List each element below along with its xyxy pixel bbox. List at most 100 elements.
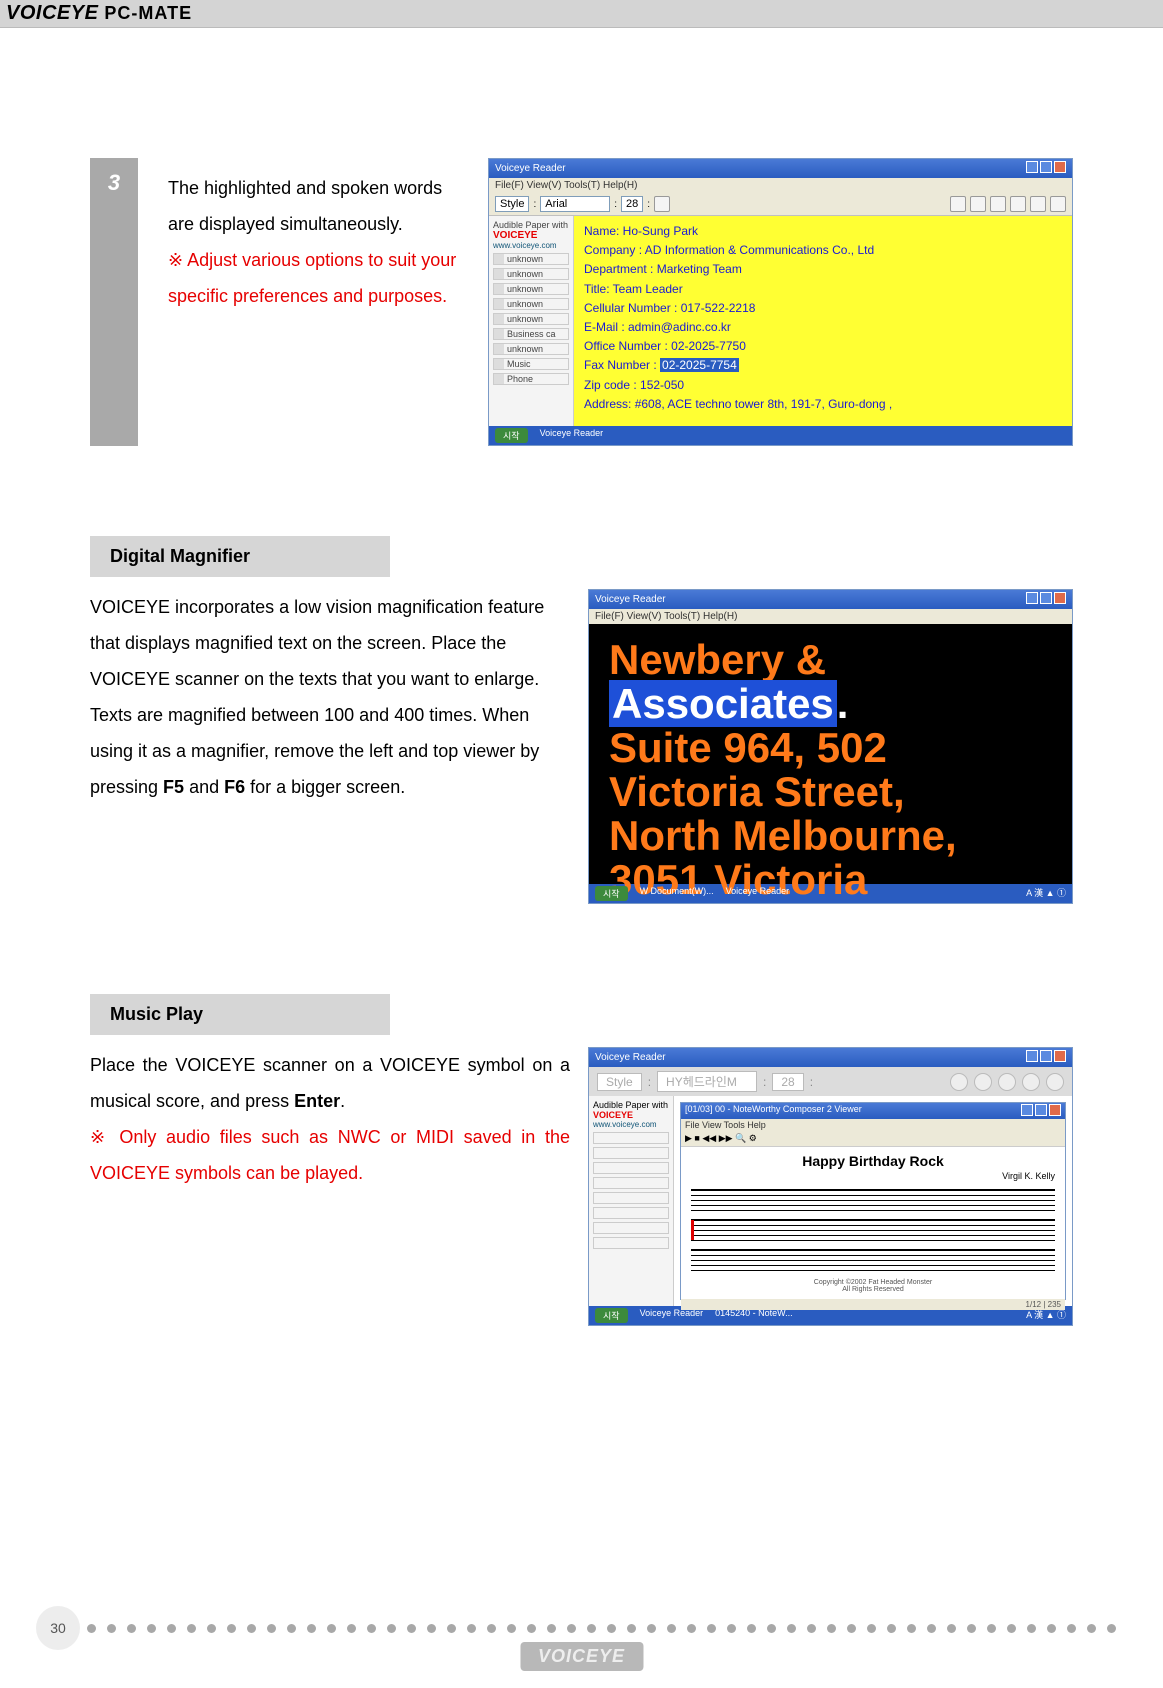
toolbar-btn [990, 196, 1006, 212]
mag-p2: Texts are magnified between 100 and 400 … [90, 697, 570, 805]
reader-window: Voiceye Reader File(F) View(V) Tools(T) … [488, 158, 1073, 446]
mag-line: Newbery & [609, 638, 1052, 682]
tray: A 漢 ▲ ① [1026, 1308, 1066, 1323]
music-p1: Place the VOICEYE scanner on a VOICEYE s… [90, 1047, 570, 1119]
score-title: Happy Birthday Rock [691, 1153, 1055, 1169]
window-title: Voiceye Reader [495, 163, 566, 174]
brand-logo: VOICEYE [6, 2, 98, 25]
page-number: 30 [36, 1606, 80, 1650]
staff-line [691, 1219, 1055, 1241]
score-window: [01/03] 00 - NoteWorthy Composer 2 Viewe… [680, 1102, 1066, 1300]
side-item [593, 1177, 669, 1189]
side-url: www.voiceye.com [593, 1120, 669, 1129]
line-fax: Fax Number : 02-2025-7754 [584, 356, 1062, 375]
stop-icon [998, 1073, 1016, 1091]
side-item [593, 1132, 669, 1144]
next-icon [1022, 1073, 1040, 1091]
side-item [593, 1192, 669, 1204]
step-text: The highlighted and spoken words are dis… [168, 170, 458, 242]
toolbar-btn [654, 196, 670, 212]
toolbar-btn [970, 196, 986, 212]
music-window: Voiceye Reader Style : HY헤드라인M : 28 : [588, 1047, 1073, 1326]
side-caption: Audible Paper with [593, 1100, 669, 1110]
toolbar-btn [1010, 196, 1026, 212]
content-pane: Name: Ho-Sung Park Company : AD Informat… [574, 216, 1072, 426]
toolbar-btn [1050, 196, 1066, 212]
score-byline: Virgil K. Kelly [691, 1171, 1055, 1181]
line-name: Name: Ho-Sung Park [584, 222, 1062, 241]
line-dept: Department : Marketing Team [584, 260, 1062, 279]
staff-line [691, 1249, 1055, 1271]
start-button: 시작 [495, 428, 528, 443]
footer-dots [0, 1616, 1163, 1640]
step-note: ※ Adjust various options to suit your sp… [168, 242, 458, 314]
side-item [593, 1162, 669, 1174]
mag-line: Victoria Street, [609, 770, 1052, 814]
pause-icon [974, 1073, 992, 1091]
task-item: 0145240 - NoteW... [715, 1308, 793, 1323]
page-footer: 30 VOICEYE [0, 1616, 1163, 1640]
side-item: unknown [493, 253, 569, 265]
window-menu: File(F) View(V) Tools(T) Help(H) [489, 178, 1072, 193]
magnifier-section: Digital Magnifier VOICEYE incorporates a… [90, 536, 1073, 904]
window-title: Voiceye Reader [595, 1052, 666, 1063]
window-menu: File(F) View(V) Tools(T) Help(H) [589, 609, 1072, 624]
side-item [593, 1222, 669, 1234]
side-item: unknown [493, 268, 569, 280]
key-f6: F6 [224, 777, 245, 797]
side-item [593, 1237, 669, 1249]
status-bar: 1/12 | 235 [681, 1299, 1065, 1310]
side-brand: VOICEYE [493, 230, 569, 241]
score-area: Happy Birthday Rock Virgil K. Kelly Copy… [681, 1147, 1065, 1299]
mag-line: North Melbourne, [609, 814, 1052, 858]
window-titlebar: Voiceye Reader [589, 590, 1072, 609]
window-controls [1024, 161, 1066, 176]
line-email: E-Mail : admin@adinc.co.kr [584, 318, 1062, 337]
section-text: VOICEYE incorporates a low vision magnif… [90, 589, 570, 904]
task-item: Voiceye Reader [726, 886, 790, 901]
side-item: unknown [493, 283, 569, 295]
help-icon [1046, 1073, 1064, 1091]
line-addr: Address: #608, ACE techno tower 8th, 191… [584, 395, 1062, 414]
window-title: [01/03] 00 - NoteWorthy Composer 2 Viewe… [685, 1104, 862, 1118]
window-toolbar: Style : Arial : 28 : [489, 193, 1072, 216]
side-item: unknown [493, 313, 569, 325]
magnifier-window: Voiceye Reader File(F) View(V) Tools(T) … [588, 589, 1073, 904]
line-cell: Cellular Number : 017-522-2218 [584, 299, 1062, 318]
task-item: W Document(W)... [640, 886, 714, 901]
magnifier-figure: Voiceye Reader File(F) View(V) Tools(T) … [588, 589, 1073, 904]
staff-line [691, 1189, 1055, 1211]
section-text: Place the VOICEYE scanner on a VOICEYE s… [90, 1047, 570, 1326]
page-body: 3 The highlighted and spoken words are d… [0, 28, 1163, 1456]
task-item: Voiceye Reader [640, 1308, 704, 1323]
window-menu: File View Tools Help [681, 1119, 1065, 1131]
key-f5: F5 [163, 777, 184, 797]
music-note: ※ Only audio files such as NWC or MIDI s… [90, 1119, 570, 1191]
step-figure: Voiceye Reader File(F) View(V) Tools(T) … [488, 158, 1073, 446]
font-field: Arial [540, 196, 610, 212]
score-toolbar: ▶ ■ ◀◀ ▶▶ 🔍 ⚙ [681, 1131, 1065, 1147]
window-toolbar: Style : HY헤드라인M : 28 : [589, 1067, 1072, 1096]
highlighted-word: 02-2025-7754 [660, 358, 739, 372]
magnified-text: Newbery & Associates. Suite 964, 502 Vic… [589, 624, 1072, 884]
window-titlebar: [01/03] 00 - NoteWorthy Composer 2 Viewe… [681, 1103, 1065, 1119]
side-item: unknown [493, 343, 569, 355]
taskbar: 시작 W Document(W)... Voiceye Reader A 漢 ▲… [589, 884, 1072, 903]
side-item: Music [493, 358, 569, 370]
mag-line: Associates. [609, 682, 1052, 726]
line-zip: Zip code : 152-050 [584, 376, 1062, 395]
window-titlebar: Voiceye Reader [489, 159, 1072, 178]
window-title: Voiceye Reader [595, 594, 666, 605]
style-label: Style [495, 196, 529, 212]
highlighted-word: Associates [609, 680, 837, 727]
app-header: VOICEYE PC-MATE [0, 0, 1163, 28]
mag-p1: VOICEYE incorporates a low vision magnif… [90, 589, 570, 697]
content-pane: [01/03] 00 - NoteWorthy Composer 2 Viewe… [674, 1096, 1072, 1306]
side-item [593, 1147, 669, 1159]
line-title: Title: Team Leader [584, 280, 1062, 299]
start-button: 시작 [595, 1308, 628, 1323]
task-item: Voiceye Reader [540, 428, 604, 443]
brand-sub: PC-MATE [104, 3, 192, 24]
side-item: Phone [493, 373, 569, 385]
toolbar-btn [1030, 196, 1046, 212]
